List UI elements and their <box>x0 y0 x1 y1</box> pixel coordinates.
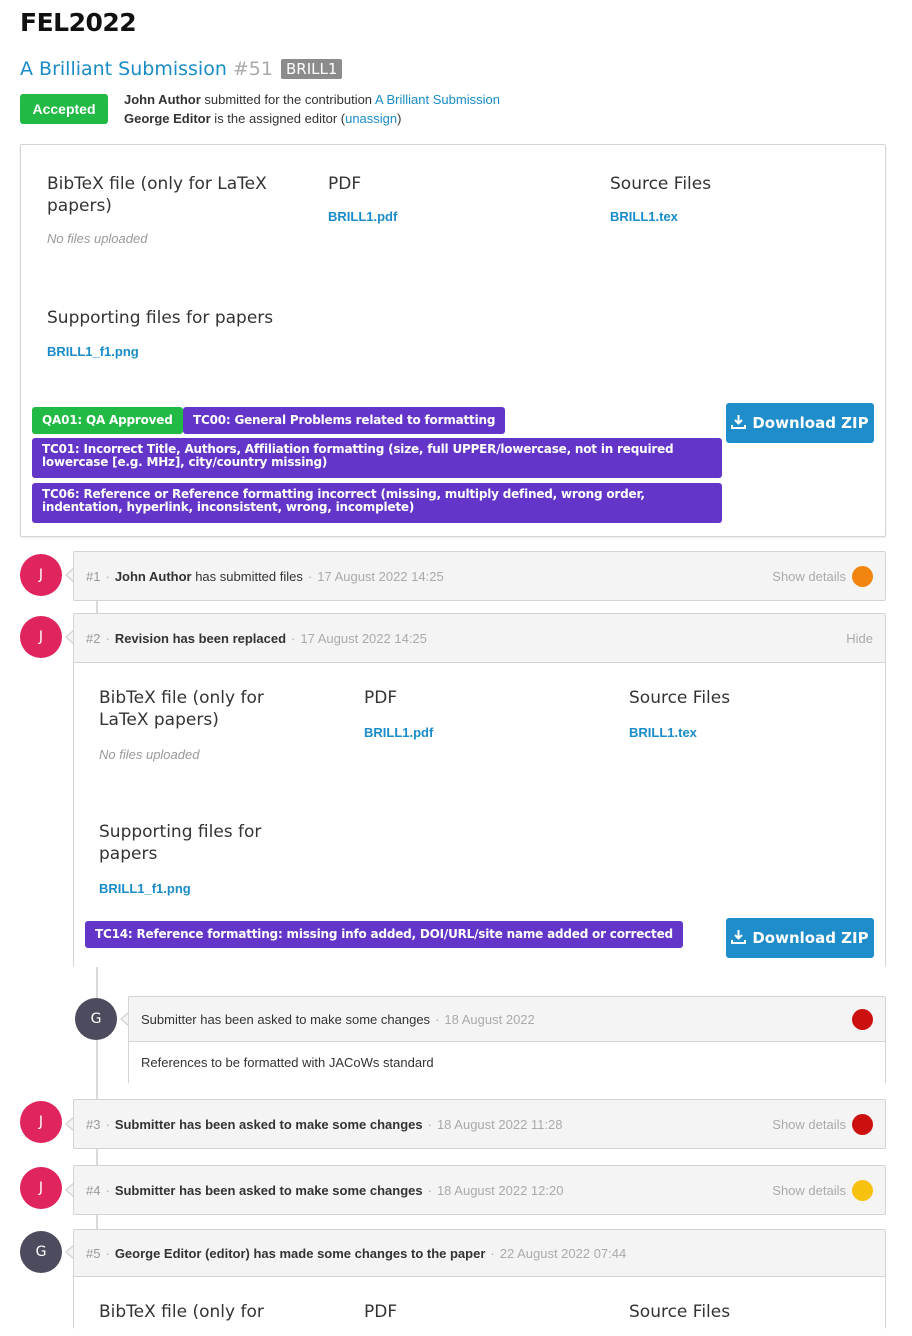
entry-index: #5 <box>86 1245 101 1261</box>
tag-qa01: QA01: QA Approved <box>32 407 183 434</box>
avatar: G <box>75 998 117 1040</box>
show-details-link[interactable]: Show details <box>772 1183 846 1198</box>
tag-tc01: TC01: Incorrect Title, Authors, Affiliat… <box>32 438 722 478</box>
tag-tc06: TC06: Reference or Reference formatting … <box>32 483 722 523</box>
entry-date: 17 August 2022 14:25 <box>300 630 427 646</box>
pdf-title: PDF <box>328 174 362 194</box>
source-file-link[interactable]: BRILL1.tex <box>610 209 678 224</box>
entry-right: Show details <box>772 1100 873 1148</box>
submission-title-row: A Brilliant Submission #51 BRILL1 <box>20 58 343 80</box>
source-title: Source Files <box>629 688 731 708</box>
status-badge: Accepted <box>20 94 108 124</box>
avatar: G <box>20 1231 62 1273</box>
entry-action: Submitter has been asked to make some ch… <box>141 1011 431 1027</box>
hide-link[interactable]: Hide <box>846 631 873 646</box>
entry-right: Hide <box>846 614 873 662</box>
editor-line: George Editor is the assigned editor (un… <box>124 111 401 126</box>
submitter-line: John Author submitted for the contributi… <box>124 92 500 107</box>
entry-index: #3 <box>86 1116 101 1132</box>
supporting-file-link[interactable]: BRILL1_f1.png <box>99 881 191 896</box>
download-zip-label: Download ZIP <box>752 414 869 432</box>
entry-header: #4 · Submitter has been asked to make som… <box>86 1182 564 1198</box>
entry-right: Show details <box>772 1166 873 1214</box>
status-dot-icon <box>852 1179 873 1201</box>
entry-action: has submitted files <box>191 568 303 584</box>
pdf-file-link[interactable]: BRILL1.pdf <box>364 725 433 740</box>
editor-text: is the assigned editor ( <box>210 111 346 126</box>
supporting-file-link[interactable]: BRILL1_f1.png <box>47 344 139 359</box>
timeline-entry-3: #3 · Submitter has been asked to make som… <box>73 1099 886 1149</box>
entry-date: 17 August 2022 14:25 <box>317 568 444 584</box>
tag-tc14: TC14: Reference formatting: missing info… <box>85 921 683 948</box>
editor-name: George Editor <box>124 111 211 126</box>
avatar: J <box>20 554 62 596</box>
avatar: J <box>20 616 62 658</box>
pdf-file-link[interactable]: BRILL1.pdf <box>328 209 397 224</box>
timeline-entry-5: #5 · George Editor (editor) has made some… <box>73 1229 886 1336</box>
entry-body: BibTeX file (only for LaTeX papers) No f… <box>74 662 885 967</box>
entry-header: #2 · Revision has been replaced · 17 Augus… <box>86 630 427 646</box>
supporting-title: Supporting files for papers <box>99 822 262 864</box>
contribution-link[interactable]: A Brilliant Submission <box>375 92 500 107</box>
entry-right: Show details <box>772 552 873 600</box>
status-dot-icon <box>852 1113 873 1135</box>
status-dot-icon <box>852 565 873 587</box>
entry-header: Submitter has been asked to make some ch… <box>141 1011 535 1027</box>
submitted-text: submitted for the contribution <box>200 92 375 107</box>
entry-action: Submitter has been asked to make some ch… <box>114 1182 423 1198</box>
entry-action: Submitter has been asked to make some ch… <box>114 1116 423 1132</box>
timeline-entry-1: #1 · John Author has submitted files · 17 … <box>73 551 886 601</box>
tag-tc00: TC00: General Problems related to format… <box>183 407 506 434</box>
submission-number: #51 <box>232 58 273 80</box>
comment-text: References to be formatted with JACoWs s… <box>129 1041 885 1084</box>
entry-actor: John Author <box>114 568 192 584</box>
show-details-link[interactable]: Show details <box>772 569 846 584</box>
timeline-comment-entry: Submitter has been asked to make some ch… <box>128 996 886 1084</box>
bibtex-title: BibTeX file (only for LaTeX papers) <box>99 688 264 730</box>
bibtex-empty: No files uploaded <box>99 747 200 762</box>
unassign-link[interactable]: unassign <box>345 111 397 126</box>
event-title: FEL2022 <box>20 8 137 37</box>
entry-date: 18 August 2022 <box>444 1011 535 1027</box>
bibtex-title: BibTeX file (only for LaTeX papers) <box>47 174 267 216</box>
source-file-link[interactable]: BRILL1.tex <box>629 725 697 740</box>
entry-action: Revision has been replaced <box>114 630 287 646</box>
submission-code-badge: BRILL1 <box>280 59 343 79</box>
entry-header: #1 · John Author has submitted files · 17 … <box>86 568 444 584</box>
entry-body: BibTeX file (only for PDF Source Files <box>74 1276 885 1336</box>
avatar: J <box>20 1167 62 1209</box>
files-card: BibTeX file (only for LaTeX papers) No f… <box>20 144 886 537</box>
timeline-entry-2: #2 · Revision has been replaced · 17 Augus… <box>73 613 886 967</box>
download-icon <box>731 929 747 948</box>
avatar: J <box>20 1101 62 1143</box>
editor-close: ) <box>397 111 402 126</box>
entry-date: 18 August 2022 12:20 <box>436 1182 564 1198</box>
entry-right <box>846 997 873 1041</box>
timeline-entry-4: #4 · Submitter has been asked to make som… <box>73 1165 886 1215</box>
entry-index: #2 <box>86 630 101 646</box>
submission-title[interactable]: A Brilliant Submission <box>20 58 227 80</box>
entry-action: George Editor (editor) has made some cha… <box>114 1245 486 1261</box>
bibtex-empty: No files uploaded <box>47 231 148 246</box>
pdf-title: PDF <box>364 688 398 708</box>
submitter-name: John Author <box>124 92 201 107</box>
entry-date: 18 August 2022 11:28 <box>436 1116 563 1132</box>
download-icon <box>731 414 747 433</box>
entry-index: #4 <box>86 1182 101 1198</box>
download-zip-button[interactable]: Download ZIP <box>726 918 874 958</box>
entry-index: #1 <box>86 568 101 584</box>
entry-header: #3 · Submitter has been asked to make som… <box>86 1116 563 1132</box>
entry-date: 22 August 2022 07:44 <box>499 1245 627 1261</box>
show-details-link[interactable]: Show details <box>772 1117 846 1132</box>
entry-header: #5 · George Editor (editor) has made some… <box>86 1245 627 1261</box>
status-dot-icon <box>852 1008 873 1030</box>
download-zip-button[interactable]: Download ZIP <box>726 403 874 443</box>
download-zip-label: Download ZIP <box>752 929 869 947</box>
source-title: Source Files <box>610 174 712 194</box>
supporting-title: Supporting files for papers <box>47 308 274 328</box>
